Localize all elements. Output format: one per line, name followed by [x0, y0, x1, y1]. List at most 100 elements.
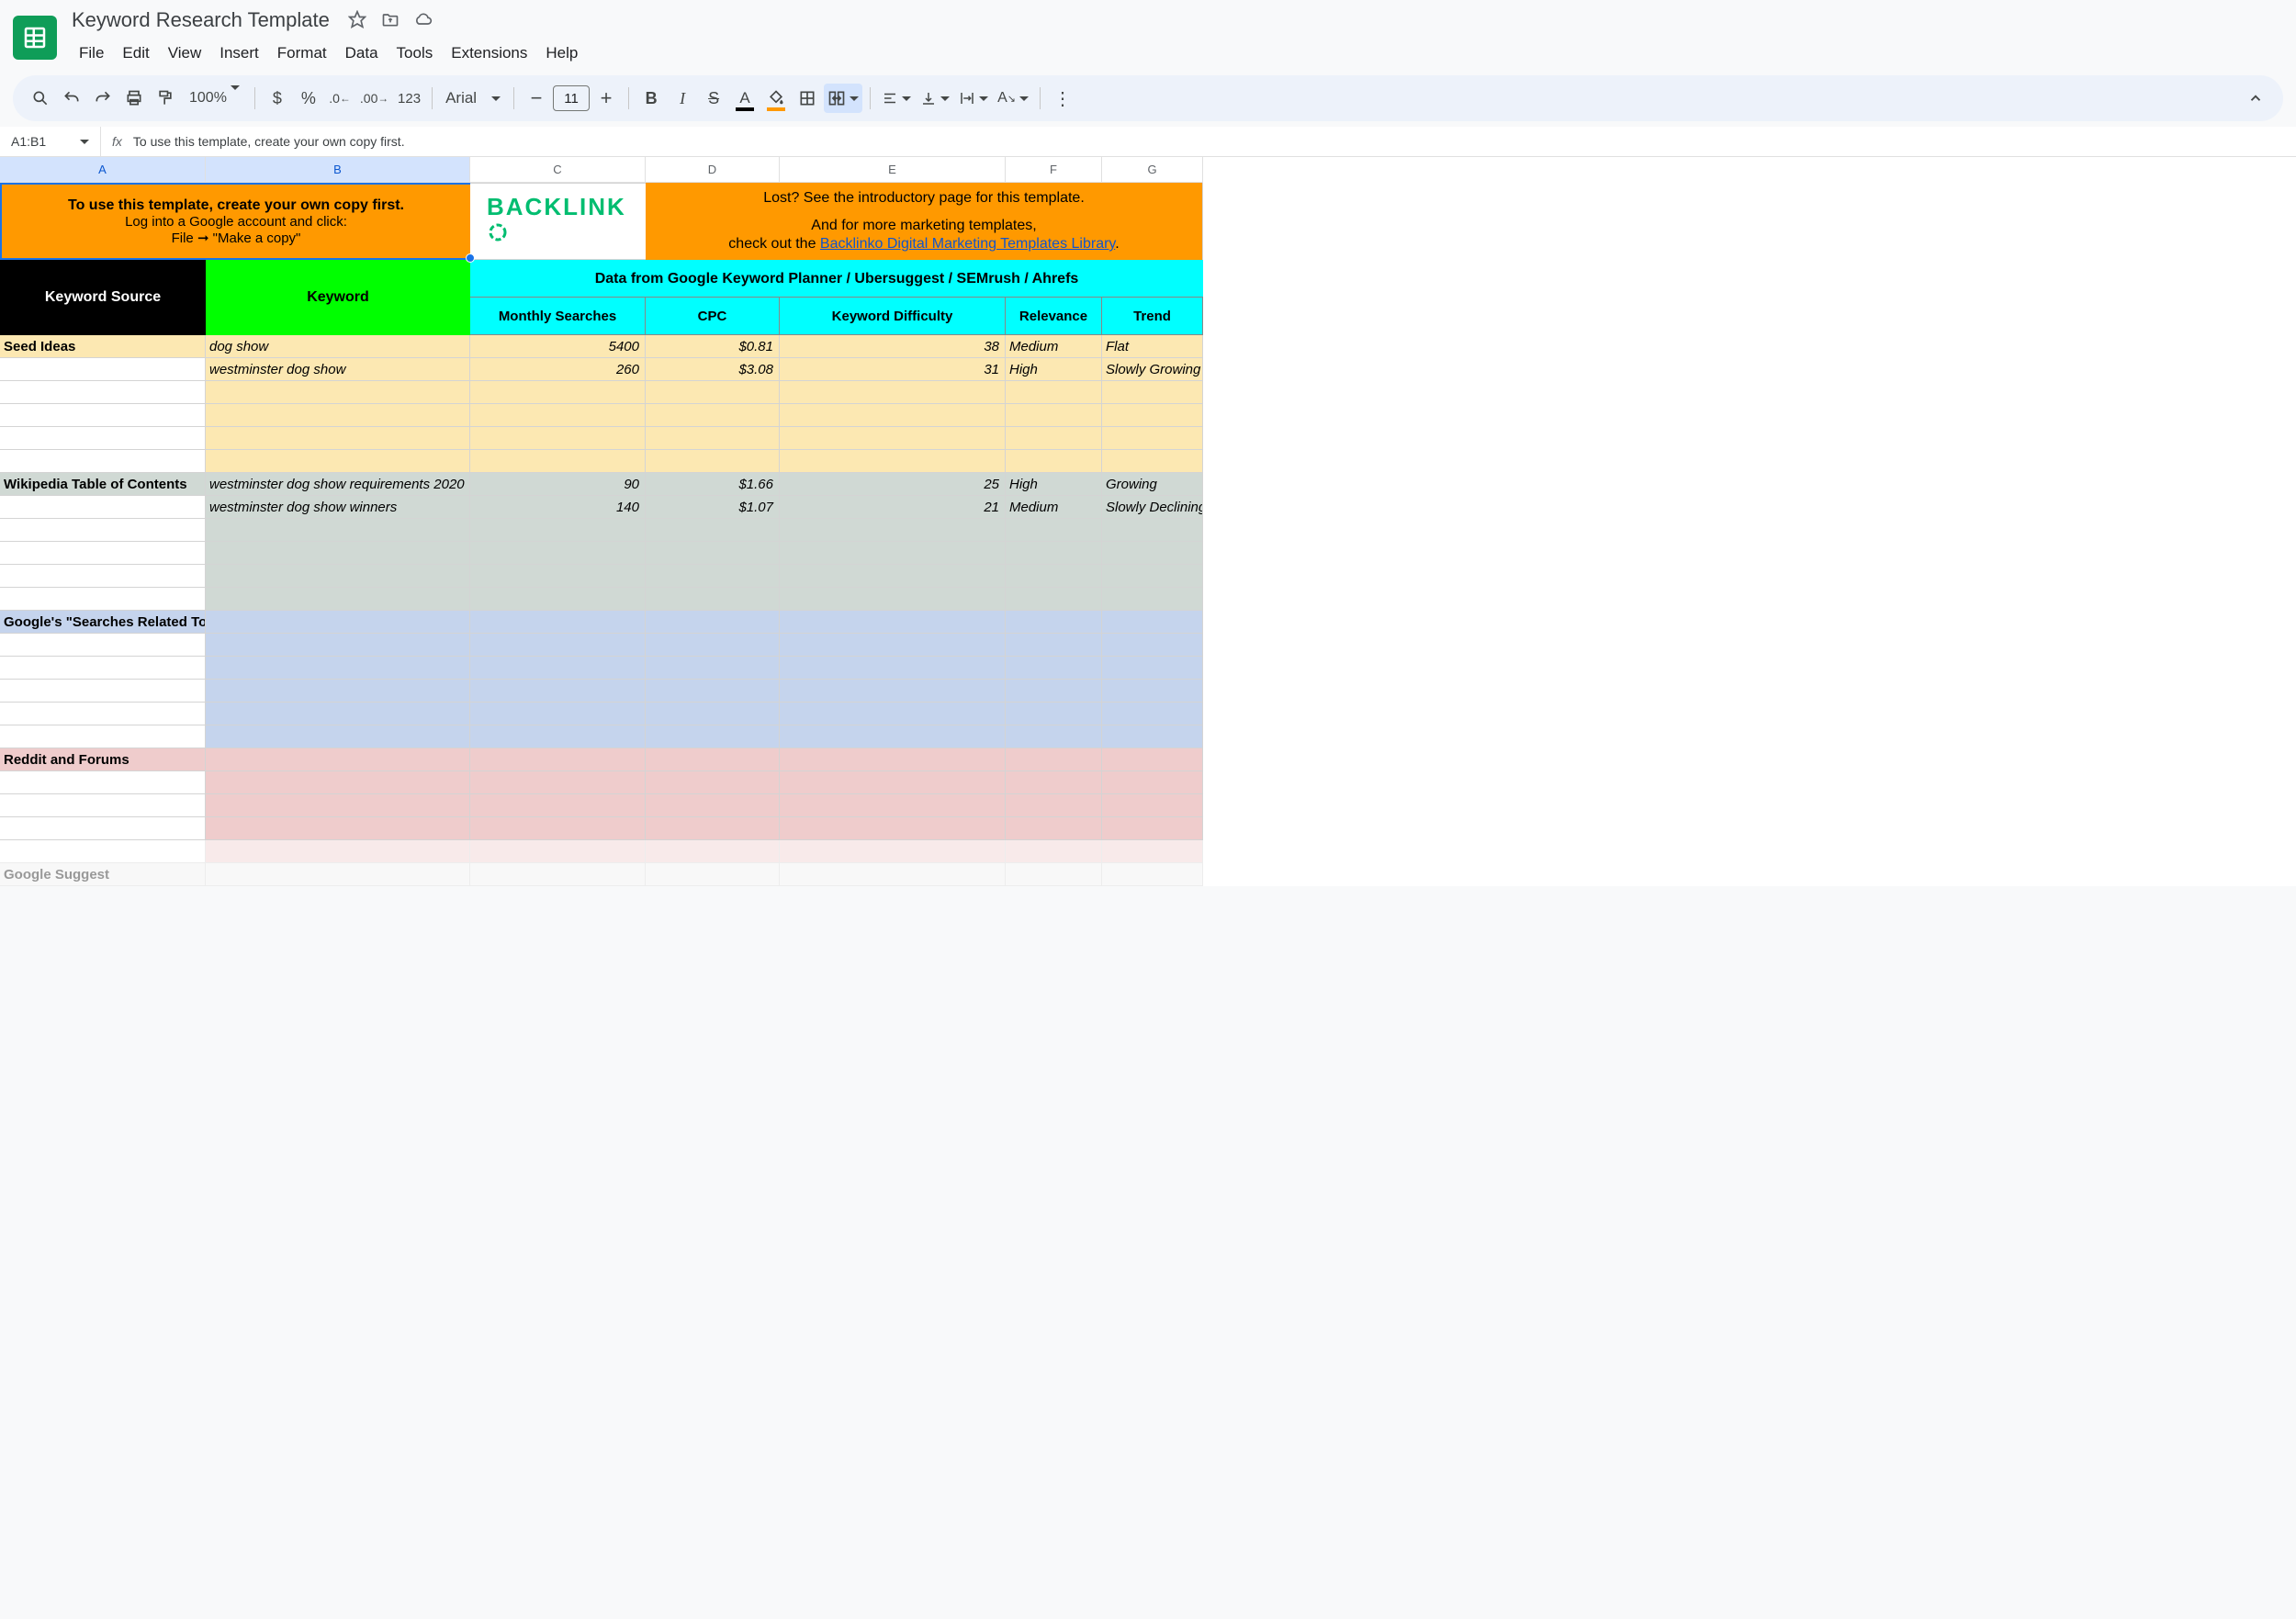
merge-cells-icon[interactable] [824, 84, 862, 113]
star-icon[interactable] [348, 10, 366, 31]
cell[interactable] [780, 427, 1006, 450]
cell[interactable] [1102, 771, 1203, 794]
cell[interactable] [1006, 611, 1102, 634]
cell[interactable] [1102, 657, 1203, 680]
cell[interactable] [206, 863, 470, 886]
source-reddit[interactable]: Reddit and Forums [0, 748, 206, 771]
cell[interactable] [470, 588, 646, 611]
paint-format-icon[interactable] [151, 84, 180, 113]
cell[interactable] [780, 381, 1006, 404]
cell[interactable] [780, 817, 1006, 840]
menu-file[interactable]: File [70, 39, 113, 68]
cell[interactable] [0, 496, 206, 519]
cell[interactable] [780, 725, 1006, 748]
cell[interactable] [1006, 565, 1102, 588]
menu-data[interactable]: Data [336, 39, 388, 68]
cell[interactable] [780, 542, 1006, 565]
cell[interactable] [1102, 588, 1203, 611]
cell[interactable] [1006, 794, 1102, 817]
cell[interactable] [1006, 519, 1102, 542]
name-box[interactable]: A1:B1 [0, 127, 101, 156]
cell[interactable] [646, 817, 780, 840]
more-toolbar-icon[interactable]: ⋮ [1048, 84, 1077, 113]
cell[interactable] [1102, 450, 1203, 473]
cell[interactable] [1006, 427, 1102, 450]
cell[interactable] [646, 565, 780, 588]
cell[interactable] [780, 588, 1006, 611]
decrease-decimal-icon[interactable]: .0← [325, 84, 355, 113]
cell[interactable] [1006, 634, 1102, 657]
text-color-icon[interactable]: A [730, 84, 760, 113]
cell[interactable] [780, 840, 1006, 863]
cell[interactable] [206, 703, 470, 725]
menu-view[interactable]: View [159, 39, 211, 68]
menu-extensions[interactable]: Extensions [442, 39, 536, 68]
currency-icon[interactable]: $ [263, 84, 292, 113]
cell[interactable] [470, 748, 646, 771]
borders-icon[interactable] [793, 84, 822, 113]
cell[interactable] [1006, 588, 1102, 611]
cell[interactable] [1006, 863, 1102, 886]
templates-library-link[interactable]: Backlinko Digital Marketing Templates Li… [820, 236, 1115, 252]
menu-insert[interactable]: Insert [210, 39, 268, 68]
horizontal-align-icon[interactable] [878, 84, 915, 113]
cell[interactable] [1006, 771, 1102, 794]
sheets-logo[interactable] [13, 16, 57, 60]
cell[interactable] [0, 703, 206, 725]
cell[interactable] [646, 450, 780, 473]
cell[interactable] [646, 771, 780, 794]
cell[interactable] [470, 427, 646, 450]
backlinko-logo-cell[interactable]: BACKLINK [470, 183, 646, 260]
cell[interactable] [1006, 542, 1102, 565]
cell[interactable] [0, 680, 206, 703]
cell[interactable] [646, 657, 780, 680]
cell[interactable] [0, 450, 206, 473]
cell[interactable] [0, 542, 206, 565]
cell[interactable]: 25 [780, 473, 1006, 496]
cell[interactable] [206, 588, 470, 611]
source-suggest[interactable]: Google Suggest [0, 863, 206, 886]
cell[interactable] [1102, 565, 1203, 588]
cell[interactable] [780, 519, 1006, 542]
formula-input[interactable] [133, 127, 2296, 156]
cell[interactable] [780, 611, 1006, 634]
menu-edit[interactable]: Edit [113, 39, 158, 68]
menu-help[interactable]: Help [536, 39, 587, 68]
cell[interactable] [1102, 611, 1203, 634]
cell[interactable] [206, 450, 470, 473]
cell[interactable]: Growing [1102, 473, 1203, 496]
cell[interactable] [206, 840, 470, 863]
cell[interactable] [470, 817, 646, 840]
cell[interactable] [206, 404, 470, 427]
cell[interactable] [780, 565, 1006, 588]
cell[interactable] [206, 794, 470, 817]
cell[interactable]: 21 [780, 496, 1006, 519]
strikethrough-icon[interactable]: S [699, 84, 728, 113]
cell[interactable] [1006, 748, 1102, 771]
header-data-group[interactable]: Data from Google Keyword Planner / Ubers… [470, 260, 1203, 298]
cell[interactable] [470, 840, 646, 863]
cell[interactable] [206, 817, 470, 840]
cell[interactable] [1102, 381, 1203, 404]
cell[interactable] [1102, 748, 1203, 771]
document-title[interactable]: Keyword Research Template [66, 6, 335, 35]
cell[interactable] [1102, 794, 1203, 817]
cell[interactable] [780, 680, 1006, 703]
font-size-input[interactable]: 11 [553, 85, 590, 111]
cell[interactable] [1006, 404, 1102, 427]
header-keyword-source[interactable]: Keyword Source [0, 260, 206, 335]
cell[interactable]: Medium [1006, 335, 1102, 358]
cell[interactable] [470, 611, 646, 634]
cell[interactable] [780, 863, 1006, 886]
cell[interactable] [1102, 634, 1203, 657]
zoom-dropdown[interactable]: 100% [182, 90, 247, 107]
cell[interactable] [646, 634, 780, 657]
cell[interactable] [1102, 404, 1203, 427]
column-header-d[interactable]: D [646, 157, 780, 183]
cell[interactable] [470, 794, 646, 817]
cell[interactable] [470, 771, 646, 794]
undo-icon[interactable] [57, 84, 86, 113]
cell[interactable] [0, 725, 206, 748]
cell[interactable]: $1.07 [646, 496, 780, 519]
cell[interactable]: 90 [470, 473, 646, 496]
